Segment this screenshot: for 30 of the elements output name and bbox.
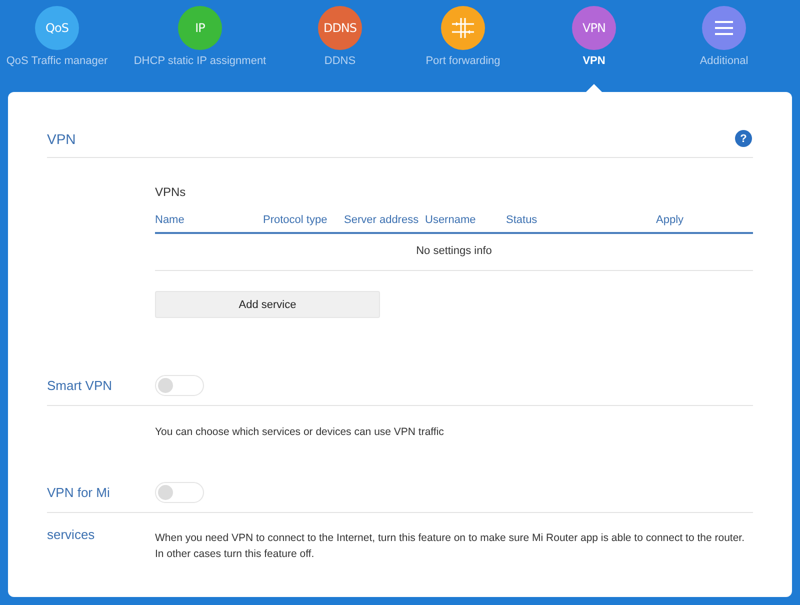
empty-message: No settings info xyxy=(155,234,753,271)
setting-label: services xyxy=(47,526,96,544)
setting-description: You can choose which services or devices can use VPN traffic xyxy=(155,425,445,440)
setting-label: Smart VPN xyxy=(47,378,114,393)
nav-icon[interactable]: IP xyxy=(178,6,222,50)
column-header: Apply xyxy=(656,214,685,226)
column-header: Status xyxy=(506,214,538,226)
nav-tab[interactable]: DDNS xyxy=(324,55,356,67)
column-header: Server address xyxy=(344,214,420,226)
help-button[interactable]: ? xyxy=(735,130,752,147)
add-service-button[interactable]: Add service xyxy=(155,291,380,318)
nav-tab[interactable]: VPN xyxy=(582,55,606,67)
toggle-switch[interactable] xyxy=(155,482,204,503)
nav-icon[interactable]: QoS xyxy=(35,6,79,50)
nav-icon[interactable] xyxy=(441,6,485,50)
column-header: Name xyxy=(155,214,186,226)
nav-tab[interactable]: Additional xyxy=(700,55,748,67)
nav-tab[interactable]: DHCP static IP assignment xyxy=(134,55,266,67)
section-title: VPN xyxy=(47,130,76,146)
setting-description: When you need VPN to connect to the Internet, turn this feature on to make sure Mi Router app is able to connect to the router. In other cases turn this feature off. xyxy=(155,531,746,562)
column-header: Username xyxy=(425,214,477,226)
nav-tab[interactable]: Port forwarding xyxy=(426,55,500,67)
nav-tab[interactable]: QoS Traffic manager xyxy=(6,55,108,67)
nav-icon[interactable]: DDNS xyxy=(318,6,362,50)
toggle-switch[interactable] xyxy=(155,375,204,396)
menu-icon[interactable] xyxy=(702,6,746,50)
table-title: VPNs xyxy=(155,185,187,199)
setting-label: VPN for Mi xyxy=(47,485,111,500)
nav-icon[interactable]: VPN xyxy=(572,6,616,50)
column-header: Protocol type xyxy=(263,214,328,226)
